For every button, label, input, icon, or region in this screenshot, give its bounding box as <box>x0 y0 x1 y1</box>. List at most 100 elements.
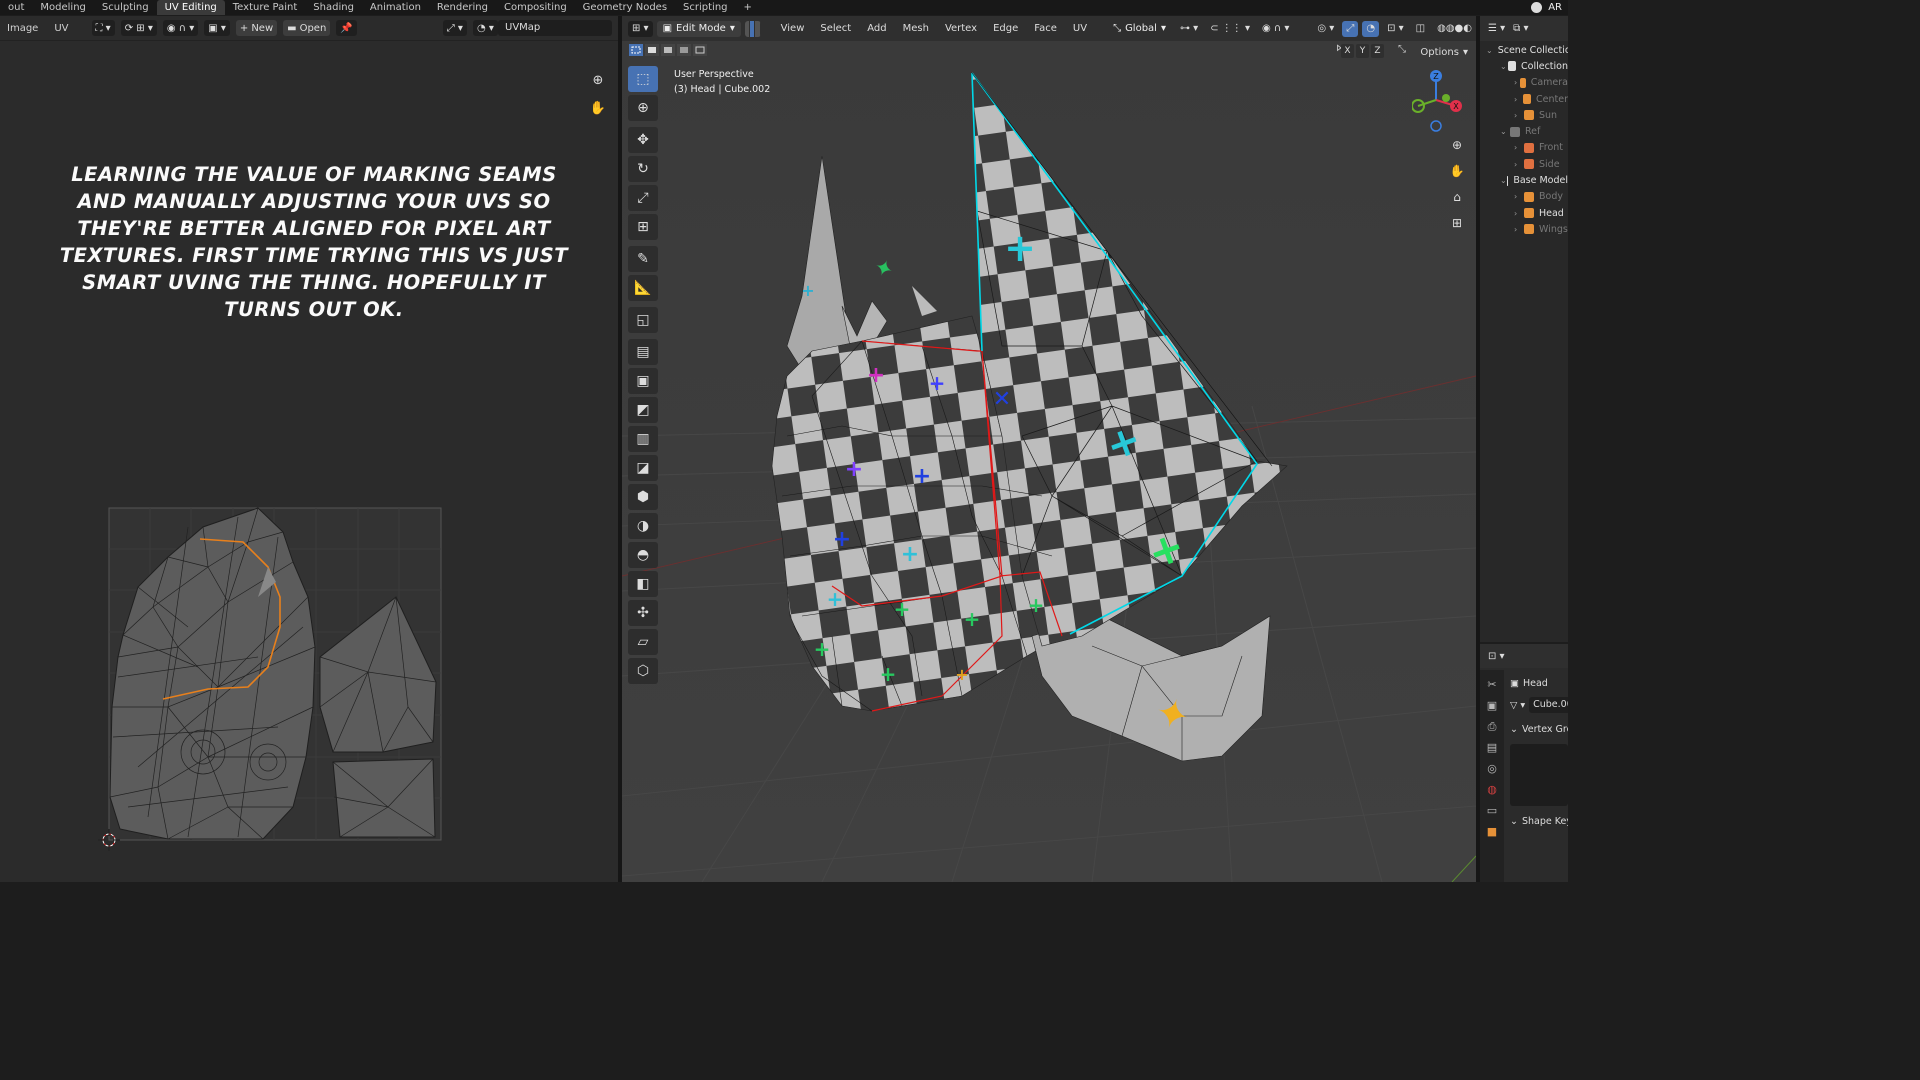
filter-icon[interactable]: ⧉ ▾ <box>1513 23 1528 34</box>
display-mode-icon[interactable]: ☰ ▾ <box>1488 23 1505 34</box>
shape-keys-header[interactable]: ⌄ Shape Keys <box>1510 810 1568 832</box>
knife-tool[interactable]: ◪ <box>628 455 658 481</box>
chevron-icon[interactable]: ⌄ <box>1486 46 1493 55</box>
options-dropdown[interactable]: Options ▾ <box>1420 44 1468 60</box>
tab-geometry-nodes[interactable]: Geometry Nodes <box>575 0 675 15</box>
view-layer-tab-icon[interactable]: ▤ <box>1485 741 1499 755</box>
chevron-icon[interactable]: ⌄ <box>1500 127 1510 136</box>
add-cube-tool[interactable]: ◱ <box>628 307 658 333</box>
chevron-icon[interactable]: › <box>1514 111 1524 120</box>
uv-layout-canvas[interactable] <box>108 507 442 841</box>
scale-tool[interactable]: ⤢ <box>628 185 658 211</box>
menu-select[interactable]: Select <box>814 23 857 34</box>
shading-mode-icons[interactable]: ◍◍●◐ <box>1433 21 1476 37</box>
chevron-icon[interactable]: › <box>1514 209 1524 218</box>
outliner-row[interactable]: ⌄ Base Model <box>1480 172 1568 188</box>
camera-view-icon[interactable]: ⌂ <box>1446 190 1468 210</box>
visibility-icon[interactable]: ◎ ▾ <box>1313 21 1338 37</box>
measure-tool[interactable]: 📐 <box>628 275 658 301</box>
object-name[interactable]: Head <box>1523 678 1548 689</box>
vertex-groups-header[interactable]: ⌄ Vertex Groups <box>1510 718 1568 740</box>
chevron-icon[interactable]: ⌄ <box>1500 62 1508 71</box>
object-tab-icon[interactable]: ■ <box>1485 825 1499 839</box>
add-workspace-button[interactable]: + <box>736 0 760 15</box>
tab-shading[interactable]: Shading <box>305 0 362 15</box>
menu-add[interactable]: Add <box>861 23 892 34</box>
tab-texture-paint[interactable]: Texture Paint <box>225 0 306 15</box>
zoom-icon[interactable]: ⊕ <box>588 71 608 91</box>
proportional-edit-icon[interactable]: ◉ ∩ ▾ <box>162 20 199 36</box>
cursor-tool[interactable]: ⊕ <box>628 95 658 121</box>
menu-edge[interactable]: Edge <box>987 23 1024 34</box>
shear-tool[interactable]: ▱ <box>628 629 658 655</box>
select-box-tool[interactable]: ⬚ <box>628 66 658 92</box>
2d-cursor-icon[interactable] <box>98 829 120 851</box>
output-tab-icon[interactable]: ⎙ <box>1485 720 1499 734</box>
render-tab-icon[interactable]: ▣ <box>1485 699 1499 713</box>
chevron-icon[interactable]: › <box>1514 95 1523 104</box>
overlay-toggle-icon[interactable]: ◔ <box>1362 20 1380 37</box>
outliner-row[interactable]: › Sun <box>1480 107 1568 123</box>
chevron-icon[interactable]: ⌄ <box>1500 176 1507 185</box>
scene-render[interactable]: + + + + + + + + + ✕ + + + + + + + ✦ ✦ + <box>622 16 1476 882</box>
snapping-icon[interactable]: ⊂ ⋮⋮ ▾ <box>1206 21 1254 37</box>
mesh-name-field[interactable]: Cube.002 <box>1529 697 1568 713</box>
sync-selection-icon[interactable]: ⛶ ▾ <box>91 20 115 36</box>
user-avatar-icon[interactable] <box>1531 2 1543 13</box>
navigation-gizmo[interactable]: Z X <box>1412 68 1468 134</box>
mesh-edit-overlay-icon[interactable]: ⊡ ▾ <box>1383 21 1408 37</box>
edge-slide-tool[interactable]: ◧ <box>628 571 658 597</box>
collection-tab-icon[interactable]: ▭ <box>1485 804 1499 818</box>
menu-view[interactable]: View <box>775 23 811 34</box>
transform-tool[interactable]: ⊞ <box>628 214 658 240</box>
outliner-row[interactable]: › Side <box>1480 156 1568 172</box>
outliner-row[interactable]: › Head <box>1480 205 1568 221</box>
tab-modeling[interactable]: Modeling <box>32 0 94 15</box>
inset-tool[interactable]: ▣ <box>628 368 658 394</box>
outliner-row[interactable]: › Wings <box>1480 221 1568 237</box>
proportional-editing-icon[interactable]: ◉ ∩ ▾ <box>1258 21 1293 37</box>
outliner-row[interactable]: ⌄ Scene Collection <box>1480 42 1568 58</box>
outliner-row[interactable]: › Camera <box>1480 75 1568 91</box>
outliner-row[interactable]: › Center <box>1480 91 1568 107</box>
mode-selector[interactable]: ▣ Edit Mode ▾ <box>656 20 741 37</box>
chevron-icon[interactable]: › <box>1514 143 1524 152</box>
chevron-icon[interactable]: › <box>1514 225 1524 234</box>
extrude-tool[interactable]: ▤ <box>628 339 658 365</box>
open-image-button[interactable]: ▬ Open <box>283 20 331 36</box>
chevron-icon[interactable]: › <box>1514 160 1524 169</box>
menu-vertex[interactable]: Vertex <box>939 23 983 34</box>
spin-tool[interactable]: ◑ <box>628 513 658 539</box>
tab-rendering[interactable]: Rendering <box>429 0 496 15</box>
properties-editor-icon[interactable]: ⊡ ▾ <box>1488 651 1505 662</box>
chevron-icon[interactable]: › <box>1514 78 1520 87</box>
mesh-icon[interactable]: ▽ ▾ <box>1510 700 1525 711</box>
smooth-tool[interactable]: ◓ <box>628 542 658 568</box>
uv-selection-mode-icon[interactable]: ⟳ ⊞ ▾ <box>120 20 157 36</box>
selection-modes-icon[interactable] <box>628 42 708 58</box>
ortho-grid-icon[interactable]: ⊞ <box>1446 216 1468 236</box>
transform-orientation-dropdown[interactable]: ⤡ Global ▾ <box>1107 21 1172 37</box>
uvmap-selector[interactable]: UVMap <box>498 20 612 36</box>
rip-tool[interactable]: ⬡ <box>628 658 658 684</box>
editor-type-icon[interactable]: ⊞ ▾ <box>628 20 653 37</box>
uv-overlay-toggle-icon[interactable]: ◔ ▾ <box>472 20 498 36</box>
tab-sculpting[interactable]: Sculpting <box>94 0 157 15</box>
menu-uv[interactable]: UV <box>49 23 73 34</box>
auto-merge-icon[interactable]: ⤡ <box>1398 44 1406 55</box>
menu-uv[interactable]: UV <box>1067 23 1093 34</box>
menu-image[interactable]: Image <box>2 23 43 34</box>
uv-gizmo-toggle-icon[interactable]: ⤢ ▾ <box>442 20 467 36</box>
rotate-tool[interactable]: ↻ <box>628 156 658 182</box>
outliner-row[interactable]: ⌄ Collection <box>1480 58 1568 74</box>
world-tab-icon[interactable]: ◍ <box>1485 783 1499 797</box>
loop-cut-tool[interactable]: ▥ <box>628 426 658 452</box>
pan-hand-icon[interactable]: ✋ <box>588 99 608 119</box>
3d-viewport[interactable]: + + + + + + + + + ✕ + + + + + + + ✦ ✦ + … <box>622 16 1476 882</box>
new-image-button[interactable]: + New <box>235 20 278 36</box>
axis-y-button[interactable]: Y <box>1356 44 1369 58</box>
pivot-point-icon[interactable]: ⊶ ▾ <box>1176 21 1202 37</box>
pin-icon[interactable]: 📌 <box>336 20 357 36</box>
outliner-row[interactable]: ⌄ Ref <box>1480 123 1568 139</box>
shrink-fatten-tool[interactable]: ✣ <box>628 600 658 626</box>
